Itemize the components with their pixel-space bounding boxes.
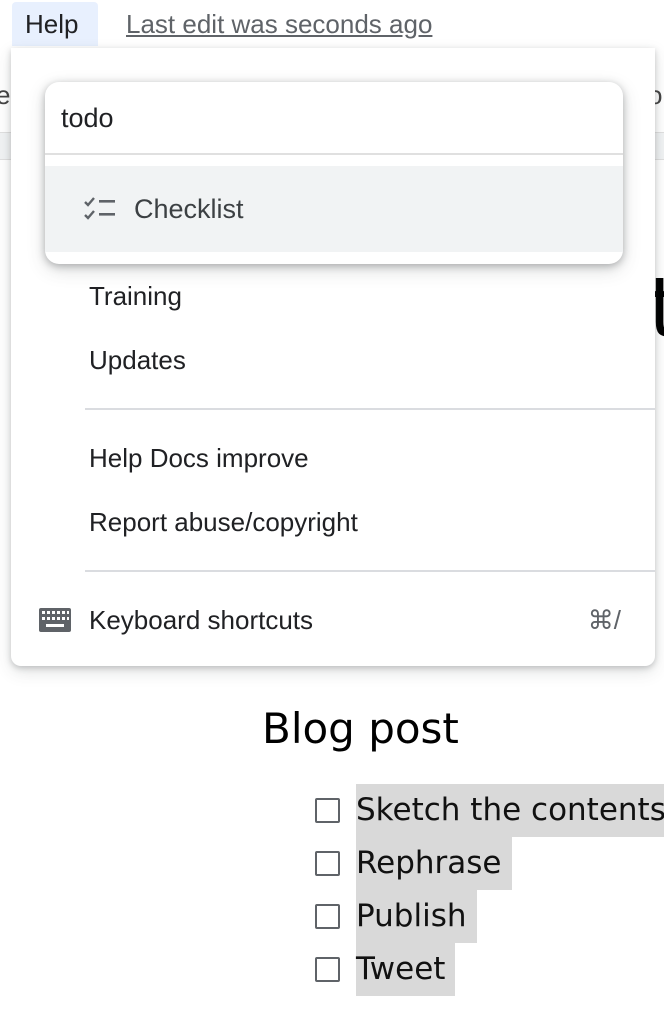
checklist-item-text[interactable]: Rephrase: [356, 837, 512, 890]
checklist-item: Tweet: [312, 943, 664, 996]
checklist-checkbox[interactable]: [315, 798, 340, 823]
search-divider: [45, 153, 623, 155]
checklist-item-text[interactable]: Publish: [356, 890, 477, 943]
menu-item-report-abuse[interactable]: Report abuse/copyright: [89, 504, 358, 540]
menu-search-popup: Checklist: [45, 82, 623, 264]
menu-item-keyboard-shortcuts[interactable]: Keyboard shortcuts: [89, 602, 313, 638]
menu-search-input[interactable]: [45, 82, 623, 154]
checklist-item-text[interactable]: Tweet: [356, 943, 456, 996]
checklist-item-text[interactable]: Sketch the contents: [356, 784, 664, 837]
checklist-item: Publish: [312, 890, 664, 943]
checklist-icon: [84, 197, 115, 220]
checklist-checkbox[interactable]: [315, 851, 340, 876]
checklist-item: Rephrase: [312, 837, 664, 890]
search-result-label: Checklist: [134, 194, 244, 224]
menu-help[interactable]: Help: [12, 2, 98, 46]
menu-divider: [85, 570, 655, 572]
keyboard-icon: [39, 608, 71, 632]
checklist-item: Sketch the contents: [312, 784, 664, 837]
toolbar-edge-left: e: [0, 80, 11, 110]
checklist-checkbox[interactable]: [315, 904, 340, 929]
menu-item-help-improve[interactable]: Help Docs improve: [89, 440, 309, 476]
shortcut-hint: ⌘/: [587, 605, 621, 635]
search-result-checklist[interactable]: Checklist: [45, 166, 623, 252]
last-edit-link[interactable]: Last edit was seconds ago: [126, 2, 432, 46]
menu-item-training[interactable]: Training: [89, 278, 182, 314]
menu-item-updates[interactable]: Updates: [89, 342, 186, 378]
document-title[interactable]: Blog post: [262, 702, 459, 756]
menu-bar: Help Last edit was seconds ago: [0, 0, 664, 48]
checklist-checkbox[interactable]: [315, 957, 340, 982]
menu-divider: [85, 408, 655, 410]
